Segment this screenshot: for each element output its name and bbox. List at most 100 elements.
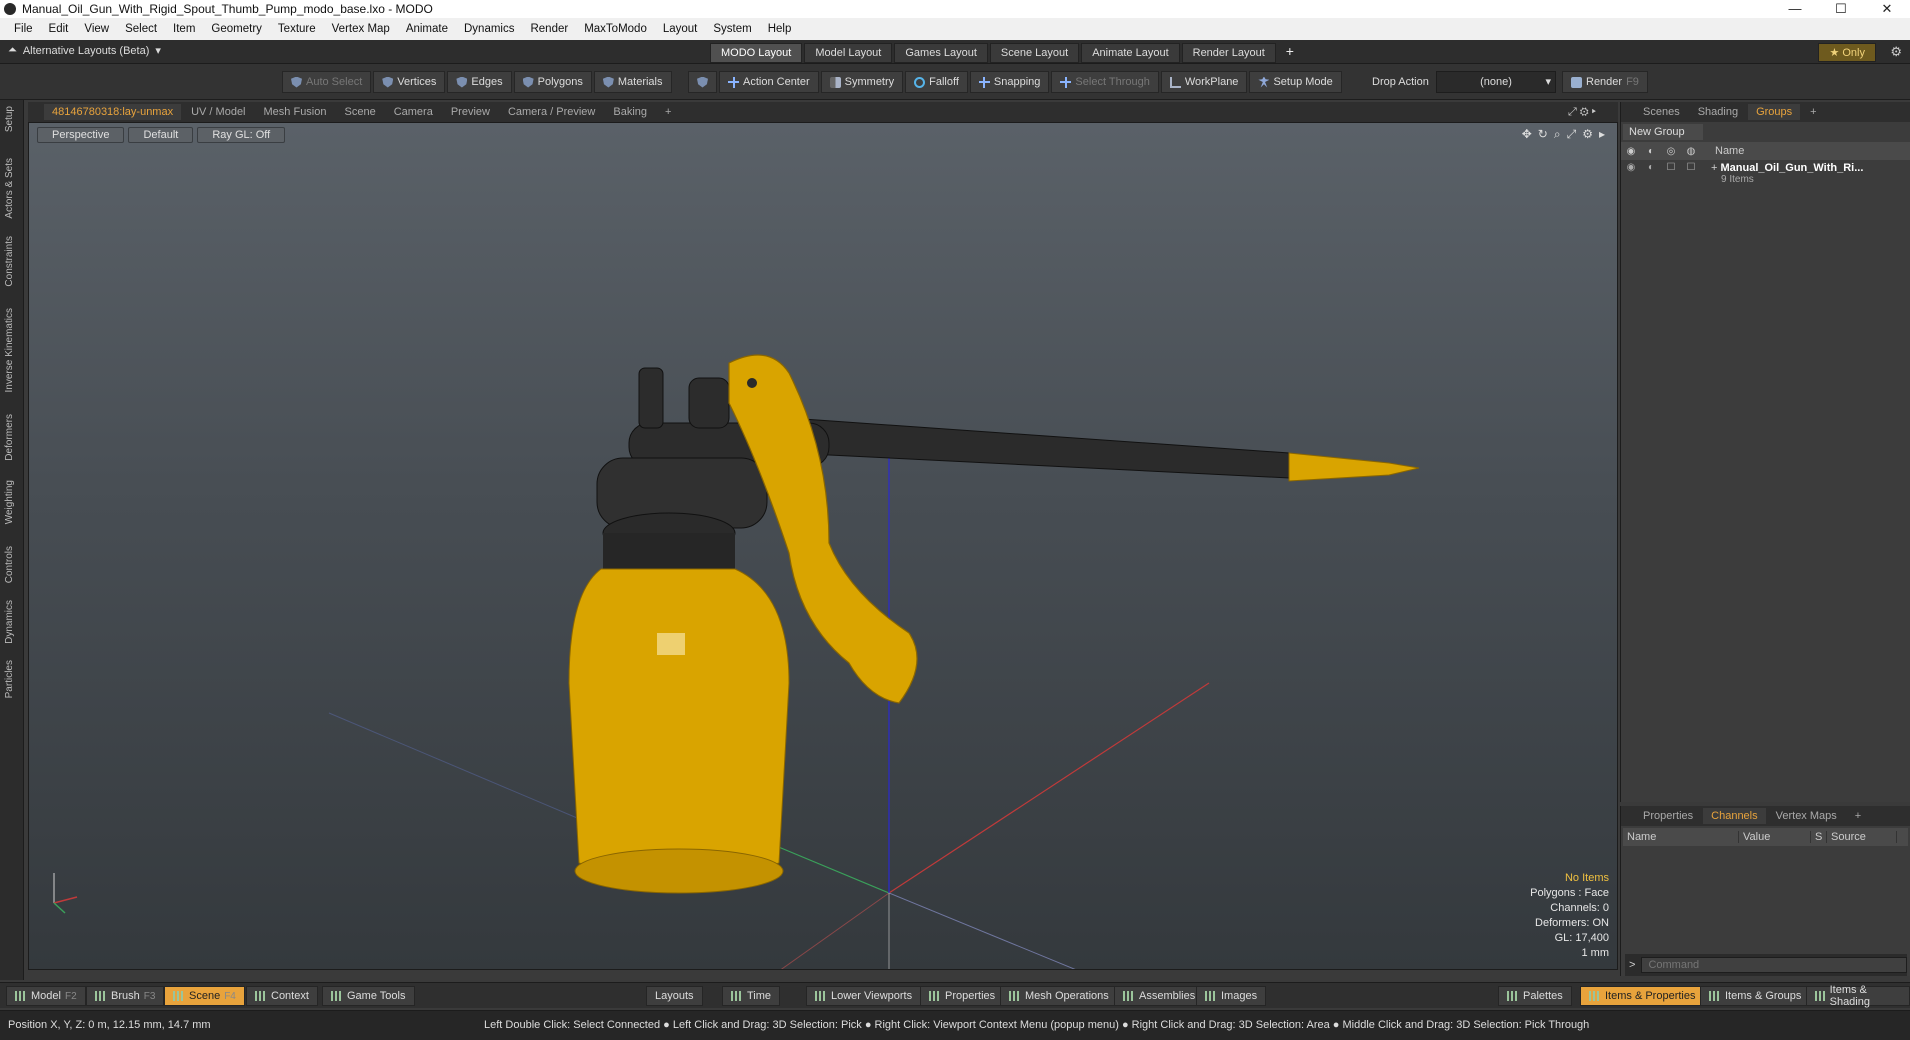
lock-toggle-icon[interactable]: ◐ — [1641, 162, 1661, 173]
settings-icon[interactable]: ⚙ — [1582, 127, 1593, 142]
brush-mode-button[interactable]: Brush F3 — [86, 986, 165, 1006]
rotate-icon[interactable]: ↻ — [1538, 127, 1548, 142]
edges-button[interactable]: Edges — [447, 71, 512, 93]
symmetry-button[interactable]: Symmetry — [820, 71, 904, 93]
menu-edit[interactable]: Edit — [41, 23, 77, 35]
add-panel-tab-button[interactable]: + — [1802, 104, 1824, 120]
context-button[interactable]: Context — [246, 986, 318, 1006]
layouts-button[interactable]: Layouts — [646, 986, 703, 1006]
expand-icon[interactable]: ▸ — [1599, 127, 1605, 142]
falloff-button[interactable]: Falloff — [905, 71, 968, 93]
menu-layout[interactable]: Layout — [655, 23, 706, 35]
tab-preview[interactable]: Preview — [443, 104, 498, 120]
tab-constraints[interactable]: Constraints — [4, 236, 15, 287]
menu-maxtomodo[interactable]: MaxToModo — [576, 23, 655, 35]
drop-action-select[interactable]: (none) ▾ — [1436, 71, 1556, 93]
minimize-button[interactable]: — — [1772, 0, 1818, 18]
tab-channels[interactable]: Channels — [1703, 808, 1766, 824]
menu-view[interactable]: View — [76, 23, 117, 35]
3d-viewport[interactable]: Perspective Default Ray GL: Off ✥ ↻ ⌕ ⤢ … — [28, 122, 1618, 970]
materials-button[interactable]: Materials — [593, 71, 672, 93]
tab-games-layout[interactable]: Games Layout — [894, 43, 988, 63]
view-mode-button[interactable]: Perspective — [37, 127, 125, 143]
tab-model-layout[interactable]: Model Layout — [804, 43, 893, 63]
tab-animate-layout[interactable]: Animate Layout — [1081, 43, 1180, 63]
tab-vertex-maps[interactable]: Vertex Maps — [1768, 808, 1845, 824]
fit-icon[interactable]: ⤢ — [1567, 127, 1577, 142]
add-channel-tab-button[interactable]: + — [1847, 808, 1869, 824]
viewport-options-icon[interactable]: ⤢ ⚙ ▸ — [1560, 104, 1604, 121]
model-mode-button[interactable]: Model F2 — [6, 986, 86, 1006]
maximize-button[interactable]: ☐ — [1818, 0, 1864, 18]
render-button[interactable]: Render F9 — [1562, 71, 1648, 93]
tab-properties[interactable]: Properties — [1635, 808, 1701, 824]
tab-inverse-kinematics[interactable]: Inverse Kinematics — [4, 308, 15, 392]
only-toggle[interactable]: ★ Only — [1818, 43, 1876, 62]
tab-groups[interactable]: Groups — [1748, 104, 1801, 120]
gear-icon[interactable]: ⚙ — [1890, 44, 1902, 60]
game-tools-button[interactable]: Game Tools — [322, 986, 415, 1006]
tab-scenes[interactable]: Scenes — [1635, 104, 1688, 120]
setup-mode-button[interactable]: Setup Mode — [1249, 71, 1342, 93]
add-viewport-tab-button[interactable]: + — [657, 104, 679, 120]
pan-icon[interactable]: ✥ — [1522, 127, 1532, 142]
tab-scene-layout[interactable]: Scene Layout — [989, 43, 1080, 63]
selection-mode-button[interactable] — [688, 71, 717, 93]
tab-weighting[interactable]: Weighting — [4, 480, 15, 524]
shading-mode-button[interactable]: Default — [128, 127, 194, 143]
vertices-button[interactable]: Vertices — [373, 71, 446, 93]
properties-button[interactable]: Properties — [920, 986, 1005, 1006]
select-through-button[interactable]: Select Through — [1051, 71, 1159, 93]
tab-modo-layout[interactable]: MODO Layout — [710, 43, 803, 63]
tab-dynamics[interactable]: Dynamics — [4, 600, 15, 644]
tab-camera-preview[interactable]: Camera / Preview — [500, 104, 603, 120]
tab-uv-model[interactable]: UV / Model — [183, 104, 253, 120]
tab-setup[interactable]: Setup — [4, 106, 15, 132]
close-button[interactable]: ✕ — [1864, 0, 1910, 18]
polygons-button[interactable]: Polygons — [513, 71, 592, 93]
tab-deformers[interactable]: Deformers — [4, 414, 15, 461]
menu-item[interactable]: Item — [165, 23, 203, 35]
menu-render[interactable]: Render — [522, 23, 576, 35]
menu-geometry[interactable]: Geometry — [203, 23, 270, 35]
tab-mesh-fusion[interactable]: Mesh Fusion — [256, 104, 335, 120]
render-checkbox[interactable]: ☐ — [1661, 162, 1681, 173]
menu-help[interactable]: Help — [760, 23, 800, 35]
tab-baking[interactable]: Baking — [605, 104, 655, 120]
assemblies-button[interactable]: Assemblies — [1114, 986, 1205, 1006]
items-shading-button[interactable]: Items & Shading — [1806, 984, 1910, 1008]
add-layout-button[interactable]: + — [1278, 43, 1302, 63]
zoom-icon[interactable]: ⌕ — [1554, 127, 1561, 142]
items-properties-button[interactable]: Items & Properties — [1580, 986, 1705, 1006]
menu-dynamics[interactable]: Dynamics — [456, 23, 522, 35]
tab-camera[interactable]: Camera — [386, 104, 441, 120]
raygl-button[interactable]: Ray GL: Off — [197, 127, 286, 143]
action-center-button[interactable]: Action Center — [719, 71, 819, 93]
new-group-button[interactable]: New Group — [1623, 124, 1703, 140]
menu-vertex-map[interactable]: Vertex Map — [324, 23, 398, 35]
alternative-layouts-dropdown[interactable]: ⏶ Alternative Layouts (Beta) ▾ — [8, 44, 161, 57]
menu-animate[interactable]: Animate — [398, 23, 456, 35]
command-input[interactable] — [1641, 957, 1907, 973]
tab-actors-sets[interactable]: Actors & Sets — [4, 158, 15, 219]
workplane-button[interactable]: WorkPlane — [1160, 71, 1248, 93]
tab-lay-unmax[interactable]: 48146780318:lay-unmax — [44, 104, 182, 120]
menu-texture[interactable]: Texture — [270, 23, 324, 35]
group-row[interactable]: ◉ ◐ ☐ ☐ + Manual_Oil_Gun_With_Ri... 9 It… — [1621, 160, 1910, 186]
images-button[interactable]: Images — [1196, 986, 1267, 1006]
tab-render-layout[interactable]: Render Layout — [1181, 43, 1276, 63]
snapping-button[interactable]: Snapping — [969, 71, 1050, 93]
select-checkbox[interactable]: ☐ — [1681, 162, 1701, 173]
auto-select-button[interactable]: Auto Select — [282, 71, 372, 93]
menu-file[interactable]: File — [6, 23, 41, 35]
visibility-toggle-icon[interactable]: ◉ — [1621, 162, 1641, 173]
tab-shading[interactable]: Shading — [1690, 104, 1746, 120]
items-groups-button[interactable]: Items & Groups — [1700, 986, 1811, 1006]
tab-scene[interactable]: Scene — [337, 104, 384, 120]
scene-mode-button[interactable]: Scene F4 — [164, 986, 245, 1006]
lower-viewports-button[interactable]: Lower Viewports — [806, 986, 922, 1006]
tab-controls[interactable]: Controls — [4, 546, 15, 583]
mesh-operations-button[interactable]: Mesh Operations — [1000, 986, 1118, 1006]
time-button[interactable]: Time — [722, 986, 781, 1006]
tab-particles[interactable]: Particles — [4, 660, 15, 698]
